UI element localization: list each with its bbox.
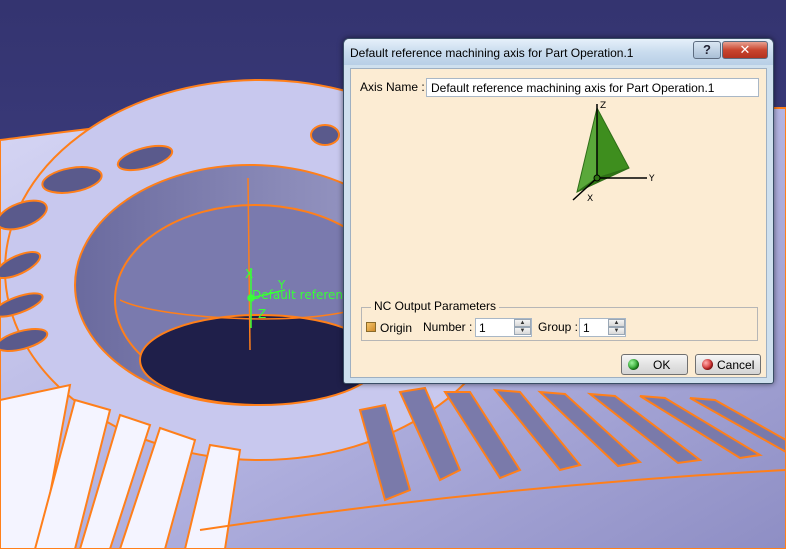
nc-output-legend: NC Output Parameters (371, 299, 500, 313)
group-spinner: ▲ ▼ (579, 318, 626, 337)
help-icon: ? (703, 42, 711, 57)
number-spinner: ▲ ▼ (475, 318, 532, 337)
machining-axis-dialog: Default reference machining axis for Par… (343, 38, 774, 384)
help-button[interactable]: ? (693, 41, 721, 59)
cancel-label: Cancel (717, 358, 755, 372)
viewport-z-label: Z (258, 307, 266, 321)
dialog-title: Default reference machining axis for Par… (350, 46, 634, 60)
close-icon: ✕ (739, 42, 751, 57)
origin-checkbox[interactable] (366, 322, 376, 332)
group-down-icon[interactable]: ▼ (608, 327, 625, 335)
ok-label: OK (653, 358, 671, 372)
number-input[interactable] (476, 319, 512, 336)
number-up-icon[interactable]: ▲ (514, 319, 531, 327)
group-label: Group : (538, 320, 579, 334)
group-input[interactable] (580, 319, 608, 336)
origin-label: Origin (380, 321, 413, 335)
glyph-y-label: Y (648, 174, 655, 184)
cancel-button[interactable]: Cancel (695, 354, 761, 375)
group-up-icon[interactable]: ▲ (608, 319, 625, 327)
axis-system-icon[interactable]: Z Y X (559, 100, 669, 210)
nc-output-parameters-group: NC Output Parameters Origin Number : ▲ ▼… (361, 299, 758, 341)
close-button[interactable]: ✕ (722, 41, 768, 59)
glyph-x-label: X (587, 194, 593, 204)
cancel-stop-icon (702, 359, 713, 370)
dialog-content: Axis Name : Z Y X NC Output Parameters O… (350, 68, 767, 378)
number-down-icon[interactable]: ▼ (514, 327, 531, 335)
ok-check-icon (628, 359, 639, 370)
viewport-axis-caption: Default referen (252, 288, 343, 302)
number-label: Number : (423, 320, 473, 334)
glyph-z-label: Z (600, 101, 606, 111)
axis-name-label: Axis Name : (360, 80, 425, 94)
axis-name-input[interactable] (426, 78, 759, 97)
dialog-titlebar[interactable]: Default reference machining axis for Par… (344, 39, 773, 65)
viewport-x-label: X (245, 267, 253, 281)
ok-button[interactable]: OK (621, 354, 688, 375)
